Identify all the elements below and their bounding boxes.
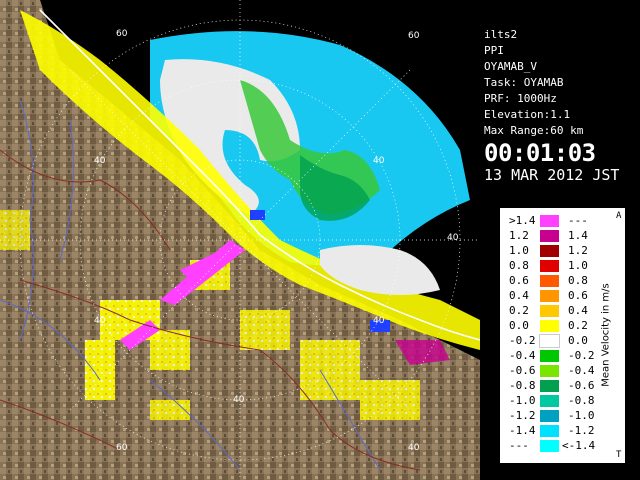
product-name: OYAMAB_V	[484, 60, 537, 73]
legend-left-value: 0.2	[509, 304, 529, 317]
legend-right-value: -0.8	[568, 394, 595, 407]
legend-swatch	[540, 245, 559, 257]
legend-left-value: ---	[509, 439, 529, 452]
elevation-value: Elevation:1.1	[484, 108, 571, 121]
legend-left-value: -0.4	[509, 349, 536, 362]
legend-left-value: 0.8	[509, 259, 529, 272]
legend-title-wrap: Mean Velocity in m/s	[598, 215, 614, 455]
legend-swatch	[540, 440, 559, 452]
max-range-value: Max Range:60 km	[484, 124, 584, 137]
legend-right-value: 0.8	[568, 274, 588, 287]
legend-right-value: 0.0	[568, 334, 588, 347]
legend-swatch	[540, 380, 559, 392]
ring-label: 60	[116, 443, 128, 453]
legend-left-value: -0.8	[509, 379, 536, 392]
legend-right-value: -0.4	[568, 364, 595, 377]
legend-corner-bottom: T	[616, 450, 622, 460]
legend-swatch	[540, 425, 559, 437]
prf-value: PRF: 1000Hz	[484, 92, 557, 105]
legend-swatch	[540, 275, 559, 287]
legend-right-value: 0.2	[568, 319, 588, 332]
legend-left-value: >1.4	[509, 214, 536, 227]
legend-left-value: 0.4	[509, 289, 529, 302]
legend-swatch	[540, 260, 559, 272]
legend-left-value: -1.4	[509, 424, 536, 437]
legend-corner-top: A	[616, 211, 622, 221]
ring-label: 40	[447, 233, 459, 243]
legend-left-value: 0.6	[509, 274, 529, 287]
legend-left-value: -1.2	[509, 409, 536, 422]
ring-label: 40	[94, 316, 106, 326]
legend-right-value: -1.2	[568, 424, 595, 437]
scan-time: 00:01:03	[484, 139, 596, 167]
legend-left-value: 1.2	[509, 229, 529, 242]
legend-right-value: -0.6	[568, 379, 595, 392]
legend-left-value: -1.0	[509, 394, 536, 407]
ring-label: 60	[116, 29, 128, 39]
legend-title: Mean Velocity in m/s	[600, 283, 612, 387]
legend-left-value: -0.2	[509, 334, 536, 347]
legend-swatch	[540, 365, 559, 377]
legend-left-value: -0.6	[509, 364, 536, 377]
legend-right-value: 1.2	[568, 244, 588, 257]
scan-mode: PPI	[484, 44, 504, 57]
legend-right-value: 1.0	[568, 259, 588, 272]
legend-right-value: <-1.4	[562, 439, 596, 452]
radar-ppi-display[interactable]: 60 60 40 40 40 40 40 40 60 40	[0, 0, 480, 480]
legend-left-value: 0.0	[509, 319, 529, 332]
legend-swatch	[540, 320, 559, 332]
ring-label: 40	[408, 443, 420, 453]
ring-label: 40	[373, 156, 385, 166]
legend-right-value: ---	[568, 214, 588, 227]
scan-date: 13 MAR 2012 JST	[484, 166, 620, 184]
ring-label: 40	[94, 156, 106, 166]
legend-right-value: -1.0	[568, 409, 595, 422]
legend-swatch	[540, 230, 559, 242]
legend-right-value: 1.4	[568, 229, 588, 242]
legend-right-value: 0.6	[568, 289, 588, 302]
legend-swatch	[540, 395, 559, 407]
legend-right-value: -0.2	[568, 349, 595, 362]
legend-swatch	[539, 334, 560, 348]
ring-label: 40	[373, 316, 385, 326]
scan-info-panel: ilts2 PPI OYAMAB_V Task: OYAMAB PRF: 100…	[480, 25, 640, 190]
legend-swatch	[540, 350, 559, 362]
task-name: Task: OYAMAB	[484, 76, 564, 89]
radar-name: ilts2	[484, 28, 518, 41]
ring-label: 60	[408, 31, 420, 41]
ring-label: 40	[233, 395, 245, 405]
legend-swatch	[540, 215, 559, 227]
legend-swatch	[540, 290, 559, 302]
legend-left-value: 1.0	[509, 244, 529, 257]
legend-right-value: 0.4	[568, 304, 588, 317]
legend-swatch	[540, 305, 559, 317]
legend-swatch	[540, 410, 559, 422]
